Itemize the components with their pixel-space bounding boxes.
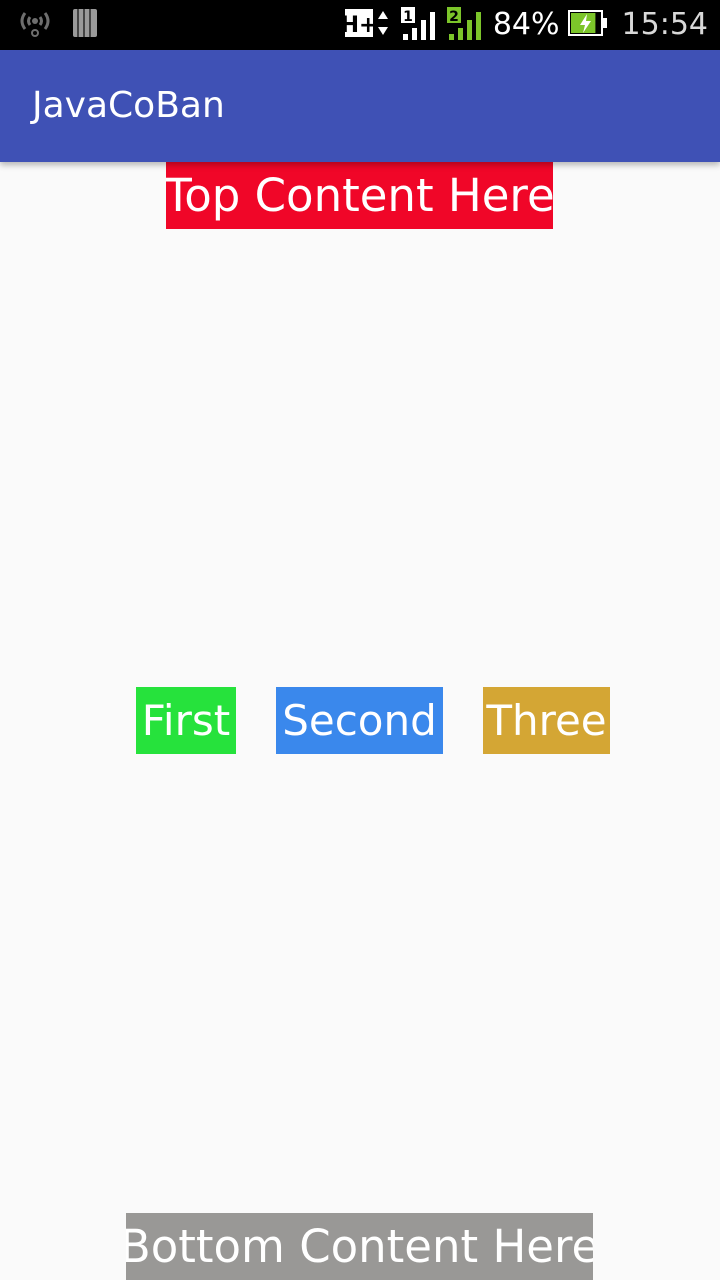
status-bar: H+ 1 2 84% 15:54	[0, 0, 720, 50]
battery-percent: 84%	[492, 7, 560, 42]
sim1-signal-icon: 1	[400, 6, 439, 44]
bottom-content-label: Bottom Content Here	[126, 1213, 593, 1280]
svg-text:1: 1	[403, 9, 413, 25]
wireless-signal-icon	[18, 9, 52, 41]
sim2-signal-icon: 2	[446, 6, 485, 44]
clock: 15:54	[621, 7, 708, 42]
status-left-icons	[18, 9, 98, 41]
app-title: JavaCoBan	[32, 85, 225, 126]
second-button[interactable]: Second	[276, 687, 443, 754]
battery-charging-icon	[567, 9, 608, 41]
sim-card-icon	[72, 8, 98, 42]
app-bar: JavaCoBan	[0, 50, 720, 162]
top-content-label: Top Content Here	[166, 162, 553, 229]
svg-text:2: 2	[449, 9, 459, 25]
hplus-network-icon: H+	[340, 6, 393, 44]
three-button[interactable]: Three	[483, 687, 610, 754]
svg-text:H+: H+	[345, 13, 377, 38]
first-button[interactable]: First	[136, 687, 236, 754]
main-content: Top Content Here First Second Three Bott…	[0, 162, 720, 1280]
status-right-icons: H+ 1 2 84% 15:54	[340, 0, 708, 50]
